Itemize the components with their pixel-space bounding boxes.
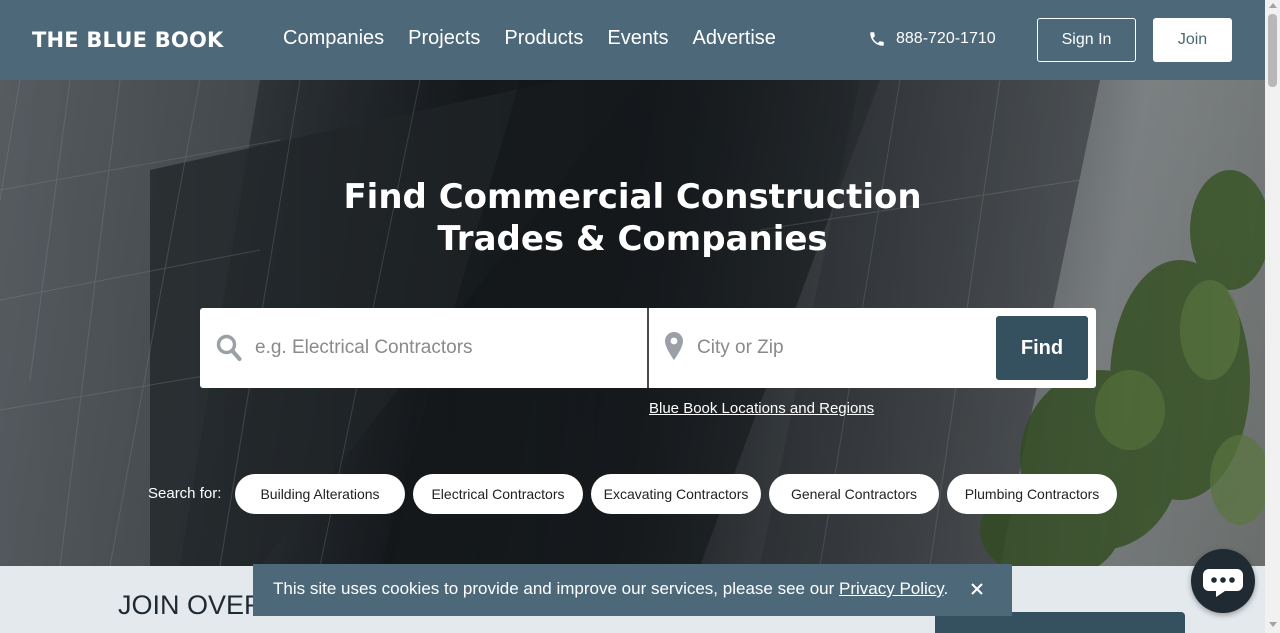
nav-advertise[interactable]: Advertise xyxy=(693,27,776,50)
privacy-policy-link[interactable]: Privacy Policy xyxy=(839,579,944,598)
phone-icon xyxy=(870,32,884,46)
chip-building-alterations[interactable]: Building Alterations xyxy=(235,474,405,514)
nav-companies[interactable]: Companies xyxy=(283,27,384,50)
location-pin-icon xyxy=(665,332,683,365)
cookie-message: This site uses cookies to provide and im… xyxy=(273,579,948,599)
nav-events[interactable]: Events xyxy=(607,27,668,50)
nav-projects[interactable]: Projects xyxy=(408,27,480,50)
scroll-up-arrow-icon[interactable] xyxy=(1269,3,1277,8)
phone-link[interactable]: 888-720-1710 xyxy=(868,30,996,48)
chip-electrical-contractors[interactable]: Electrical Contractors xyxy=(413,474,583,514)
find-button[interactable]: Find xyxy=(996,316,1088,380)
trade-search-input[interactable] xyxy=(255,330,635,366)
cookie-suffix: . xyxy=(943,579,949,598)
hero-section: Find Commercial Construction Trades & Co… xyxy=(0,80,1265,566)
chip-general-contractors[interactable]: General Contractors xyxy=(769,474,939,514)
cookie-text: This site uses cookies to provide and im… xyxy=(273,579,839,598)
page-scrollbar[interactable] xyxy=(1265,0,1280,633)
locations-regions-link[interactable]: Blue Book Locations and Regions xyxy=(649,400,874,417)
join-heading: JOIN OVER xyxy=(118,590,264,620)
search-icon xyxy=(216,334,242,367)
scroll-down-arrow-icon[interactable] xyxy=(1269,622,1277,627)
scroll-thumb[interactable] xyxy=(1268,14,1277,87)
main-nav: Companies Projects Products Events Adver… xyxy=(283,27,800,50)
chip-plumbing-contractors[interactable]: Plumbing Contractors xyxy=(947,474,1117,514)
close-icon[interactable] xyxy=(969,581,985,597)
join-button[interactable]: Join xyxy=(1153,18,1232,62)
search-box: Find xyxy=(200,308,1096,388)
search-for-label: Search for: xyxy=(148,485,222,502)
site-header: THE BLUE BOOK Companies Projects Product… xyxy=(0,0,1265,80)
site-logo[interactable]: THE BLUE BOOK xyxy=(32,28,224,52)
sign-in-button[interactable]: Sign In xyxy=(1037,18,1136,62)
hero-title: Find Commercial Construction Trades & Co… xyxy=(0,176,1265,260)
cookie-banner: This site uses cookies to provide and im… xyxy=(253,564,1012,616)
phone-number: 888-720-1710 xyxy=(896,30,996,47)
chip-excavating-contractors[interactable]: Excavating Contractors xyxy=(591,474,761,514)
hero-title-line-1: Find Commercial Construction xyxy=(343,177,922,217)
chat-button[interactable] xyxy=(1191,549,1255,613)
location-input[interactable] xyxy=(697,330,977,366)
search-divider xyxy=(647,308,649,388)
hero-title-line-2: Trades & Companies xyxy=(437,219,828,259)
nav-products[interactable]: Products xyxy=(504,27,583,50)
chat-bubble-icon xyxy=(1203,569,1243,597)
